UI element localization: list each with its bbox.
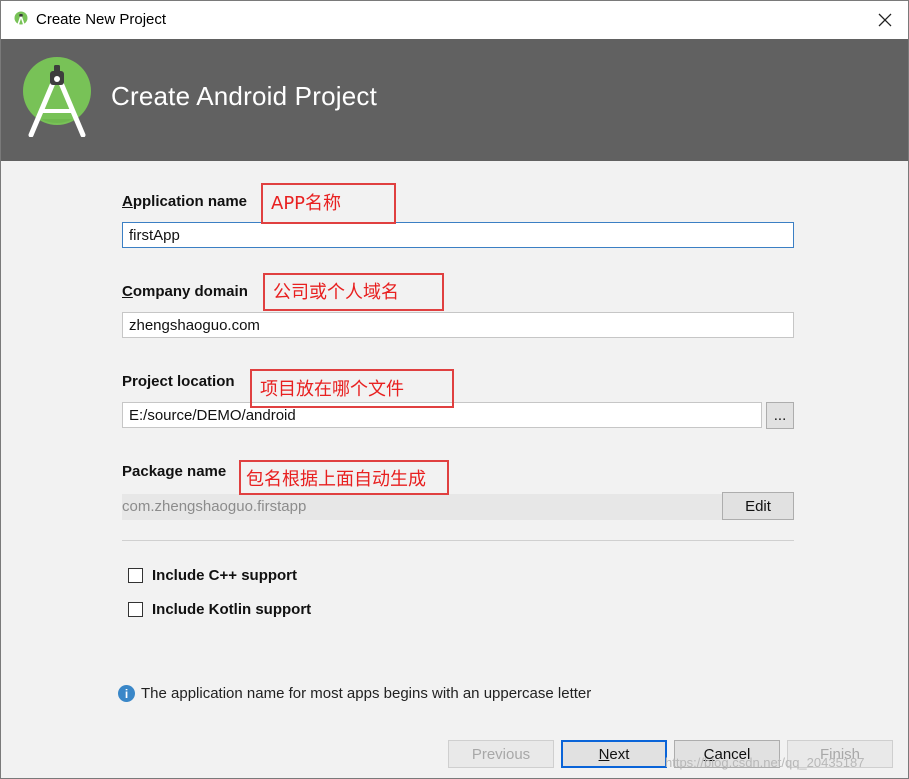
cpp-support-checkbox[interactable] (128, 568, 143, 583)
header-title: Create Android Project (111, 81, 377, 111)
title-bar: Create New Project (1, 1, 908, 39)
watermark: https://blog.csdn.net/qq_20435187 (665, 755, 865, 770)
kotlin-support-label: Include Kotlin support (152, 601, 312, 618)
kotlin-support-checkbox[interactable] (128, 602, 143, 617)
dialog-window: Create New Project Create Android Projec… (0, 0, 909, 779)
android-studio-icon (14, 11, 28, 26)
kotlin-support-option[interactable]: Include Kotlin support (128, 601, 311, 618)
info-text: The application name for most apps begin… (141, 685, 592, 702)
browse-location-button[interactable]: ... (766, 402, 794, 429)
close-button[interactable] (862, 1, 908, 39)
previous-button[interactable]: Previous (448, 740, 554, 768)
company-domain-label: Company domain (122, 283, 248, 300)
window-title: Create New Project (36, 11, 167, 28)
company-domain-input[interactable] (122, 312, 794, 338)
cpp-support-label: Include C++ support (152, 567, 298, 584)
annotation-package-name: 包名根据上面自动生成 (239, 460, 449, 495)
cpp-support-option[interactable]: Include C++ support (128, 567, 297, 584)
info-icon: i (118, 685, 135, 702)
package-name-value: com.zhengshaoguo.firstapp (122, 494, 722, 520)
edit-package-button[interactable]: Edit (722, 492, 794, 520)
package-name-label: Package name (122, 463, 227, 480)
divider (122, 540, 794, 541)
annotation-app-name: APP名称 (261, 183, 396, 224)
close-icon (878, 13, 892, 27)
android-studio-logo-icon (23, 57, 91, 137)
annotation-company-domain: 公司或个人域名 (263, 273, 444, 311)
app-name-input[interactable] (122, 222, 794, 248)
app-name-label: Application name (122, 193, 248, 210)
next-button[interactable]: Next (561, 740, 667, 768)
header-banner: Create Android Project (1, 39, 908, 161)
info-message: i The application name for most apps beg… (118, 685, 591, 702)
project-location-label: Project location (122, 373, 235, 390)
annotation-project-location: 项目放在哪个文件 (250, 369, 454, 408)
